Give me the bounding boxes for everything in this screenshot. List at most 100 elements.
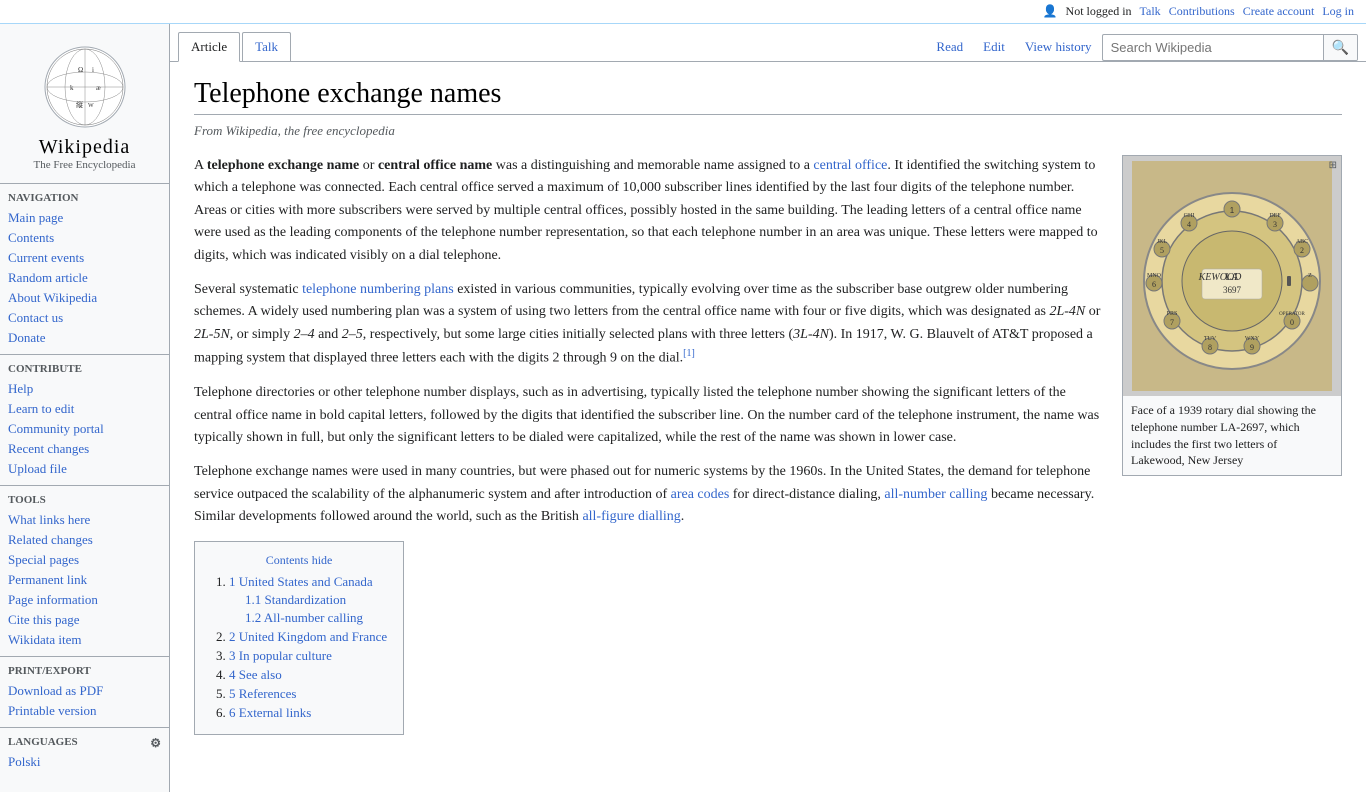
- contributions-link[interactable]: Contributions: [1169, 4, 1235, 19]
- toc: Contents hide 1 United States and Canada…: [194, 541, 404, 735]
- sidebar-item-wikidata-item[interactable]: Wikidata item: [8, 630, 161, 650]
- svg-text:4: 4: [1187, 220, 1191, 229]
- svg-text:Z: Z: [1308, 273, 1312, 279]
- talk-link[interactable]: Talk: [1140, 4, 1161, 19]
- sidebar-item-current-events[interactable]: Current events: [8, 248, 161, 268]
- wiki-title: Wikipedia: [8, 136, 161, 159]
- svg-text:2: 2: [1300, 246, 1304, 255]
- sidebar-item-learn-to-edit[interactable]: Learn to edit: [8, 399, 161, 419]
- footnote1-link[interactable]: [1]: [683, 348, 695, 359]
- tools-heading: Tools: [8, 494, 161, 506]
- sidebar-item-community-portal[interactable]: Community portal: [8, 419, 161, 439]
- search-input[interactable]: [1103, 36, 1323, 59]
- top-bar: 👤 Not logged in Talk Contributions Creat…: [0, 0, 1366, 24]
- tab-article[interactable]: Article: [178, 32, 240, 62]
- toc-hide-button[interactable]: hide: [312, 553, 333, 567]
- sidebar-item-about-wikipedia[interactable]: About Wikipedia: [8, 288, 161, 308]
- toc-item: 5 References: [229, 686, 387, 702]
- toc-link-2[interactable]: 2 United Kingdom and France: [229, 629, 387, 644]
- sidebar-item-contents[interactable]: Contents: [8, 228, 161, 248]
- page-title: Telephone exchange names: [194, 78, 1342, 115]
- sidebar-item-contact-us[interactable]: Contact us: [8, 308, 161, 328]
- toc-item: 4 See also: [229, 667, 387, 683]
- sidebar-item-polski[interactable]: Polski: [8, 752, 161, 772]
- svg-text:6: 6: [1152, 280, 1156, 289]
- all-number-calling-link[interactable]: all-number calling: [884, 487, 987, 502]
- toc-link-5[interactable]: 5 References: [229, 686, 297, 701]
- print-section: Print/export Download as PDF Printable v…: [0, 665, 169, 721]
- sidebar-item-donate[interactable]: Donate: [8, 328, 161, 348]
- toc-list: 1 United States and Canada 1.1 Standardi…: [211, 574, 387, 721]
- svg-text:3: 3: [1273, 220, 1277, 229]
- sidebar-item-download-pdf[interactable]: Download as PDF: [8, 681, 161, 701]
- contribute-section: Contribute Help Learn to edit Community …: [0, 363, 169, 479]
- toc-item: 2 United Kingdom and France: [229, 629, 387, 645]
- sidebar-item-random-article[interactable]: Random article: [8, 268, 161, 288]
- content-area: Telephone exchange names From Wikipedia,…: [170, 62, 1366, 767]
- sidebar-item-related-changes[interactable]: Related changes: [8, 530, 161, 550]
- toc-link-6[interactable]: 6 External links: [229, 705, 311, 720]
- tab-view-history[interactable]: View history: [1015, 33, 1102, 61]
- svg-text:縦: 縦: [76, 100, 83, 109]
- logo-area: Ω i k æ 縦 W Wikipedia The Free Encyclope…: [0, 32, 169, 177]
- sidebar-item-special-pages[interactable]: Special pages: [8, 550, 161, 570]
- toc-link-1-2[interactable]: 1.2 All-number calling: [245, 610, 363, 625]
- infobox-caption: Face of a 1939 rotary dial showing the t…: [1123, 396, 1341, 475]
- tab-group-right: Read Edit View history 🔍: [926, 33, 1366, 61]
- svg-text:ABC: ABC: [1296, 239, 1308, 245]
- tab-edit[interactable]: Edit: [973, 33, 1015, 61]
- tab-talk[interactable]: Talk: [242, 32, 291, 61]
- expand-icon[interactable]: ⊞: [1329, 160, 1337, 171]
- user-icon: 👤: [1043, 4, 1058, 19]
- from-wikipedia: From Wikipedia, the free encyclopedia: [194, 123, 1342, 139]
- svg-text:GHI: GHI: [1184, 213, 1195, 219]
- toc-title: Contents hide: [211, 552, 387, 568]
- svg-text:DEF: DEF: [1269, 213, 1281, 219]
- all-figure-dialling-link[interactable]: all-figure dialling: [582, 509, 680, 524]
- svg-text:MNO: MNO: [1147, 273, 1162, 279]
- search-form: 🔍: [1102, 34, 1358, 61]
- sidebar-item-permanent-link[interactable]: Permanent link: [8, 570, 161, 590]
- sidebar-item-main-page[interactable]: Main page: [8, 208, 161, 228]
- svg-text:5: 5: [1160, 246, 1164, 255]
- toc-link-1[interactable]: 1 United States and Canada: [229, 574, 373, 589]
- languages-gear-icon[interactable]: ⚙: [150, 736, 161, 751]
- sidebar-item-printable-version[interactable]: Printable version: [8, 701, 161, 721]
- telephone-numbering-plans-link[interactable]: telephone numbering plans: [302, 282, 454, 297]
- create-account-link[interactable]: Create account: [1243, 4, 1315, 19]
- tab-read[interactable]: Read: [926, 33, 973, 61]
- tab-bar: Article Talk Read Edit View history 🔍: [170, 24, 1366, 62]
- sidebar-item-upload-file[interactable]: Upload file: [8, 459, 161, 479]
- toc-link-3[interactable]: 3 In popular culture: [229, 648, 332, 663]
- svg-text:æ: æ: [96, 84, 101, 92]
- sidebar-item-page-information[interactable]: Page information: [8, 590, 161, 610]
- area-codes-link[interactable]: area codes: [671, 487, 730, 502]
- toc-link-4[interactable]: 4 See also: [229, 667, 282, 682]
- svg-text:9: 9: [1250, 343, 1254, 352]
- sidebar: Ω i k æ 縦 W Wikipedia The Free Encyclope…: [0, 24, 170, 792]
- sidebar-item-help[interactable]: Help: [8, 379, 161, 399]
- sidebar-item-recent-changes[interactable]: Recent changes: [8, 439, 161, 459]
- tools-section: Tools What links here Related changes Sp…: [0, 494, 169, 650]
- wikipedia-logo: Ω i k æ 縦 W: [40, 42, 130, 132]
- sidebar-item-cite-this-page[interactable]: Cite this page: [8, 610, 161, 630]
- svg-text:Ω: Ω: [78, 66, 83, 74]
- wiki-subtitle: The Free Encyclopedia: [8, 159, 161, 171]
- svg-text:0: 0: [1290, 318, 1294, 327]
- central-office-link[interactable]: central office: [813, 158, 887, 173]
- svg-text:JKL: JKL: [1157, 239, 1168, 245]
- svg-text:PRS: PRS: [1167, 311, 1178, 317]
- navigation-section: Navigation Main page Contents Current ev…: [0, 192, 169, 348]
- toc-link-1-1[interactable]: 1.1 Standardization: [245, 592, 346, 607]
- svg-text:7: 7: [1170, 318, 1174, 327]
- toc-item: 1 United States and Canada 1.1 Standardi…: [229, 574, 387, 626]
- not-logged-in-label: Not logged in: [1066, 4, 1132, 19]
- log-in-link[interactable]: Log in: [1322, 4, 1354, 19]
- languages-heading: Languages ⚙: [8, 736, 161, 748]
- svg-text:W: W: [88, 103, 94, 109]
- search-button[interactable]: 🔍: [1323, 35, 1357, 60]
- sidebar-item-what-links-here[interactable]: What links here: [8, 510, 161, 530]
- print-heading: Print/export: [8, 665, 161, 677]
- contribute-heading: Contribute: [8, 363, 161, 375]
- navigation-heading: Navigation: [8, 192, 161, 204]
